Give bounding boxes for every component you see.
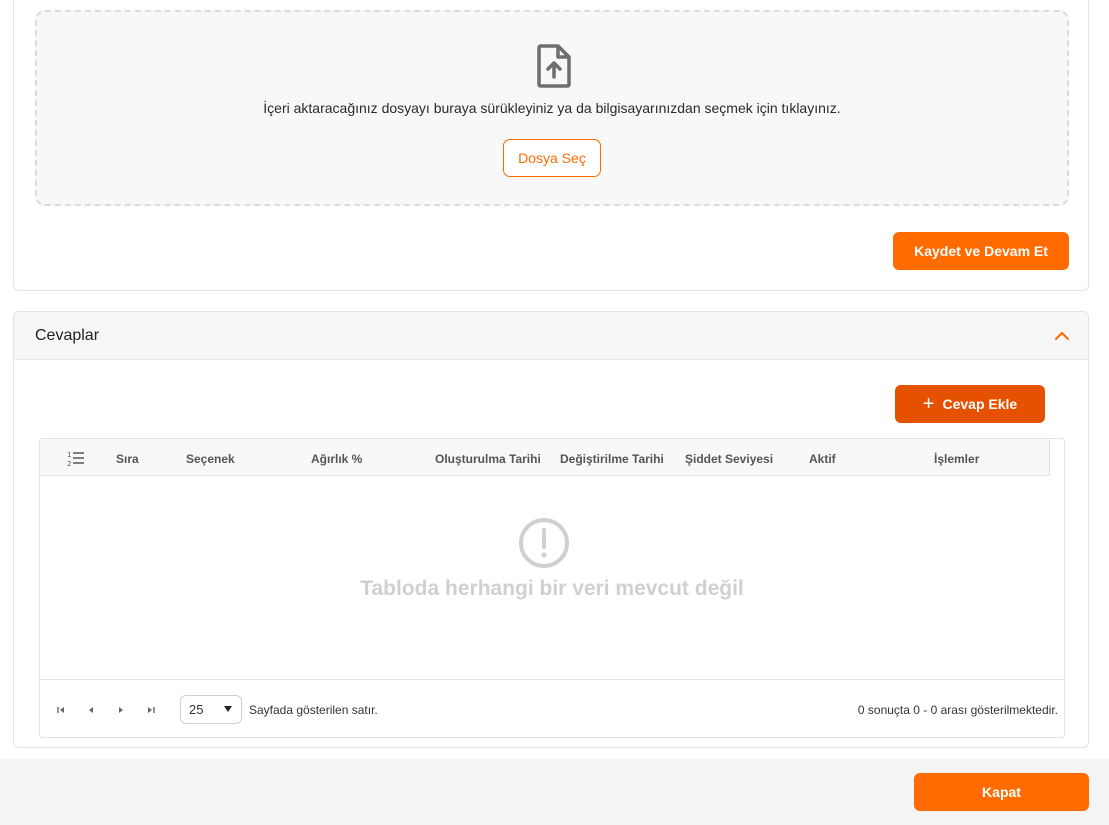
rows-per-page-value: 25 [189, 702, 204, 717]
dropzone-instruction: İçeri aktaracağınız dosyayı buraya sürük… [263, 100, 841, 116]
close-button[interactable]: Kapat [914, 773, 1089, 811]
next-page-icon[interactable] [115, 704, 127, 716]
last-page-icon[interactable] [145, 704, 157, 716]
column-header-weight[interactable]: Ağırlık % [311, 452, 362, 466]
column-header-modified-date[interactable]: Değiştirilme Tarihi [560, 452, 664, 466]
table-header: 1 2 Sıra Seçenek Ağırlık % Oluşturulma T… [40, 439, 1050, 476]
rows-per-page-label: Sayfada gösterilen satır. [249, 703, 378, 717]
column-header-order[interactable]: Sıra [116, 452, 139, 466]
exclamation-circle-icon [519, 518, 569, 568]
file-upload-icon [537, 44, 571, 88]
column-header-severity[interactable]: Şiddet Seviyesi [685, 452, 773, 466]
table-pagination: 25 Sayfada gösterilen satır. 0 sonuçta 0… [40, 679, 1064, 738]
add-answer-button[interactable]: + Cevap Ekle [895, 385, 1045, 423]
svg-text:1: 1 [67, 451, 71, 459]
rows-per-page-select[interactable]: 25 [180, 695, 242, 724]
plus-icon: + [922, 393, 935, 415]
first-page-icon[interactable] [55, 704, 67, 716]
column-header-option[interactable]: Seçenek [186, 452, 235, 466]
list-ordered-icon[interactable]: 1 2 [67, 449, 85, 467]
chevron-up-icon[interactable] [1054, 328, 1070, 344]
file-dropzone[interactable]: İçeri aktaracağınız dosyayı buraya sürük… [35, 10, 1069, 206]
column-header-active[interactable]: Aktif [809, 452, 836, 466]
save-and-continue-button[interactable]: Kaydet ve Devam Et [893, 232, 1069, 270]
column-header-created-date[interactable]: Oluşturulma Tarihi [435, 452, 541, 466]
empty-table-message: Tabloda herhangi bir veri mevcut değil [360, 577, 744, 600]
add-answer-label: Cevap Ekle [942, 396, 1018, 412]
answers-header[interactable]: Cevaplar [14, 312, 1088, 360]
answers-card: Cevaplar + Cevap Ekle 1 2 Sıra Seçenek A… [13, 311, 1089, 748]
caret-down-icon [224, 706, 232, 712]
modal-footer: Kapat [0, 759, 1109, 825]
answers-table: 1 2 Sıra Seçenek Ağırlık % Oluşturulma T… [39, 438, 1065, 738]
results-summary: 0 sonuçta 0 - 0 arası gösterilmektedir. [857, 703, 1058, 717]
svg-text:2: 2 [67, 460, 71, 467]
column-header-actions: İşlemler [934, 452, 980, 466]
previous-page-icon[interactable] [85, 704, 97, 716]
choose-file-button[interactable]: Dosya Seç [503, 139, 601, 177]
upload-card: İçeri aktaracağınız dosyayı buraya sürük… [13, 0, 1089, 291]
answers-title: Cevaplar [35, 327, 100, 344]
